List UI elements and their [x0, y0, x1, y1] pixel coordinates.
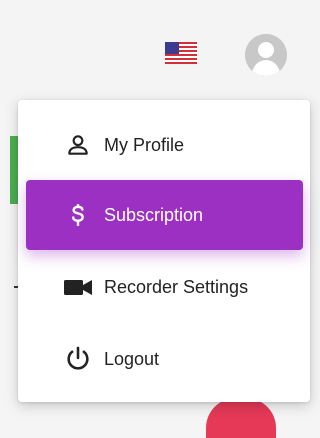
user-avatar-icon[interactable]: [245, 34, 287, 76]
menu-item-label: Logout: [104, 348, 160, 369]
dollar-icon: [62, 199, 94, 231]
user-dropdown-menu: My Profile Subscription Recorder Setting…: [18, 100, 310, 402]
menu-item-logout[interactable]: Logout: [26, 324, 303, 394]
us-flag-icon[interactable]: [165, 42, 197, 64]
power-icon: [62, 343, 94, 375]
top-bar: [0, 0, 320, 110]
menu-item-label: Subscription: [104, 204, 204, 225]
menu-item-recorder-settings[interactable]: Recorder Settings: [26, 252, 303, 322]
video-camera-icon: [62, 271, 94, 303]
menu-item-subscription[interactable]: Subscription: [26, 180, 303, 250]
menu-item-label: Recorder Settings: [104, 276, 249, 297]
person-icon: [62, 129, 94, 161]
background-red-shape: [206, 398, 276, 438]
menu-item-my-profile[interactable]: My Profile: [26, 110, 303, 180]
menu-item-label: My Profile: [104, 134, 185, 155]
